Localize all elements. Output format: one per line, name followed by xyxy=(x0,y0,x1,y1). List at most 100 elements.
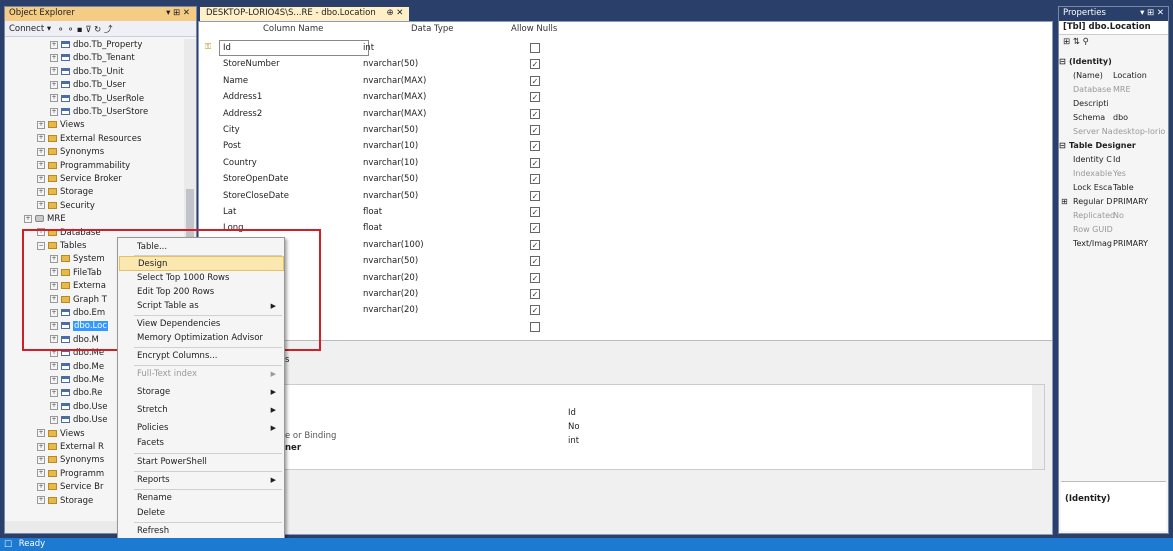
allow-nulls-checkbox[interactable]: ✓ xyxy=(530,223,540,234)
menu-item[interactable]: Storage ▶ xyxy=(119,385,284,400)
tab-close-icon[interactable]: ⊕ ✕ xyxy=(386,8,403,18)
table-row[interactable]: ⚿ Id int xyxy=(199,40,619,57)
table-row[interactable]: Lat float ✓ xyxy=(199,204,619,221)
properties-object-selector[interactable]: [Tbl] dbo.Location xyxy=(1059,21,1168,35)
menu-item[interactable]: Edit Top 200 Rows xyxy=(119,285,284,300)
expand-icon[interactable]: + xyxy=(50,415,58,424)
properties-toolbar[interactable]: ⊞ ⇅ ⚲ xyxy=(1059,35,1168,51)
column-name-cell[interactable]: City xyxy=(223,125,240,135)
panel-controls-icon[interactable]: ▾ ⊞ ✕ xyxy=(166,8,190,18)
column-name-cell[interactable]: Name xyxy=(223,76,248,86)
data-type-cell[interactable]: nvarchar(50) xyxy=(363,191,418,201)
expand-icon[interactable]: + xyxy=(50,388,58,397)
tree-node[interactable]: + Storage xyxy=(37,495,93,508)
allow-nulls-checkbox[interactable] xyxy=(530,321,540,332)
allow-nulls-checkbox[interactable]: ✓ xyxy=(530,174,540,185)
expand-icon[interactable]: + xyxy=(37,442,45,451)
tree-node[interactable]: + Views xyxy=(37,428,85,441)
menu-item[interactable]: Rename xyxy=(119,491,284,506)
expand-icon[interactable]: + xyxy=(37,120,45,129)
menu-item[interactable]: Script Table as ▶ xyxy=(119,299,284,314)
menu-item[interactable]: View Dependencies xyxy=(119,317,284,332)
data-type-cell[interactable]: float xyxy=(363,207,382,217)
allow-nulls-checkbox[interactable] xyxy=(530,43,540,53)
expand-icon[interactable]: + xyxy=(50,80,58,89)
menu-item[interactable]: Stretch ▶ xyxy=(119,403,284,418)
menu-item[interactable]: Policies ▶ xyxy=(119,421,284,436)
allow-nulls-checkbox[interactable]: ✓ xyxy=(530,207,540,217)
property-row[interactable]: Descripti xyxy=(1059,99,1169,111)
allow-nulls-checkbox[interactable]: ✓ xyxy=(530,157,540,168)
table-row[interactable]: Country nvarchar(10) ✓ xyxy=(199,155,619,172)
expand-icon[interactable]: + xyxy=(37,174,45,183)
tree-node[interactable]: + dbo.Use xyxy=(50,401,107,414)
tree-node[interactable]: + Synonyms xyxy=(37,454,104,467)
data-type-cell[interactable]: nvarchar(50) xyxy=(363,59,418,69)
tree-node[interactable]: + dbo.Re xyxy=(50,387,102,400)
toolbar-icons[interactable]: ⚬ ⚬ ▪ ⊽ ↻ ⤴ xyxy=(57,23,112,35)
menu-item[interactable]: Table... xyxy=(119,240,284,255)
tree-node[interactable]: + Security xyxy=(37,200,95,213)
tree-node[interactable]: + dbo.Me xyxy=(50,361,104,374)
tree-node[interactable]: + dbo.Me xyxy=(50,374,104,387)
allow-nulls-checkbox[interactable]: ✓ xyxy=(530,92,540,103)
expand-icon[interactable]: + xyxy=(50,362,58,371)
column-name-cell[interactable]: Address2 xyxy=(223,109,262,119)
tree-node[interactable]: + External Resources xyxy=(37,133,141,146)
expand-icon[interactable]: + xyxy=(37,161,45,170)
data-type-cell[interactable]: nvarchar(50) xyxy=(363,125,418,135)
tree-node[interactable]: + Synonyms xyxy=(37,146,104,159)
tree-node[interactable]: + dbo.Tb_Property xyxy=(50,39,142,52)
property-category[interactable]: ⊟ (Identity) xyxy=(1059,57,1169,69)
tree-node[interactable]: + dbo.Tb_Tenant xyxy=(50,52,135,65)
expand-icon[interactable]: + xyxy=(37,482,45,491)
expand-icon[interactable]: + xyxy=(37,201,45,210)
menu-item[interactable]: Refresh xyxy=(119,524,284,539)
tree-node[interactable]: + dbo.Tb_UserRole xyxy=(50,93,144,106)
column-name-cell[interactable]: StoreNumber xyxy=(223,59,280,69)
property-category[interactable]: ⊟ Table Designer xyxy=(1059,141,1169,153)
property-row[interactable]: Lock Esca Table xyxy=(1059,183,1169,195)
tree-node[interactable]: + dbo.Use xyxy=(50,414,107,427)
collapse-icon[interactable]: ⊟ xyxy=(1059,57,1066,66)
data-type-cell[interactable]: nvarchar(100) xyxy=(363,240,424,250)
allow-nulls-checkbox[interactable]: ✓ xyxy=(530,256,540,267)
expand-icon[interactable]: + xyxy=(50,53,58,62)
column-name-cell[interactable]: Country xyxy=(223,158,257,168)
allow-nulls-checkbox[interactable]: ✓ xyxy=(530,190,540,201)
tree-node[interactable]: + External R xyxy=(37,441,104,454)
expand-icon[interactable]: + xyxy=(50,67,58,76)
expand-icon[interactable]: + xyxy=(50,94,58,103)
table-row[interactable]: StoreNumber nvarchar(50) ✓ xyxy=(199,56,619,73)
allow-nulls-checkbox[interactable]: ✓ xyxy=(530,141,540,152)
table-row[interactable]: City nvarchar(50) ✓ xyxy=(199,122,619,139)
menu-item[interactable]: Delete xyxy=(119,506,284,521)
allow-nulls-checkbox[interactable]: ✓ xyxy=(530,59,540,70)
data-type-cell[interactable]: nvarchar(MAX) xyxy=(363,76,426,86)
data-type-cell[interactable]: nvarchar(MAX) xyxy=(363,92,426,102)
expand-icon[interactable]: + xyxy=(50,107,58,116)
panel-controls-icon[interactable]: ▾ ⊞ ✕ xyxy=(1140,8,1164,18)
property-row[interactable]: Replicated No xyxy=(1059,211,1169,223)
expand-icon[interactable]: + xyxy=(37,496,45,505)
data-type-cell[interactable]: nvarchar(50) xyxy=(363,174,418,184)
data-type-cell[interactable]: nvarchar(10) xyxy=(363,141,418,151)
property-row[interactable]: Schema dbo xyxy=(1059,113,1169,125)
data-type-cell[interactable]: nvarchar(20) xyxy=(363,289,418,299)
property-row[interactable]: (Name) Location xyxy=(1059,71,1169,83)
tree-node[interactable]: + dbo.Tb_User xyxy=(50,79,126,92)
allow-nulls-checkbox[interactable]: ✓ xyxy=(530,289,540,299)
data-type-cell[interactable]: nvarchar(20) xyxy=(363,273,418,283)
table-row[interactable]: StoreOpenDate nvarchar(50) ✓ xyxy=(199,171,619,188)
data-type-cell[interactable]: int xyxy=(363,43,374,53)
expand-icon[interactable]: + xyxy=(37,469,45,478)
tree-node[interactable]: + Views xyxy=(37,119,85,132)
tree-node[interactable]: + dbo.Tb_UserStore xyxy=(50,106,148,119)
column-name-cell[interactable]: Address1 xyxy=(223,92,262,102)
tree-node[interactable]: + Service Broker xyxy=(37,173,122,186)
allow-nulls-checkbox[interactable]: ✓ xyxy=(530,125,540,135)
property-row[interactable]: Row GUID xyxy=(1059,225,1169,237)
menu-item[interactable]: Memory Optimization Advisor xyxy=(119,331,284,346)
tree-node[interactable]: + MRE xyxy=(24,213,66,226)
data-type-cell[interactable]: nvarchar(50) xyxy=(363,256,418,266)
